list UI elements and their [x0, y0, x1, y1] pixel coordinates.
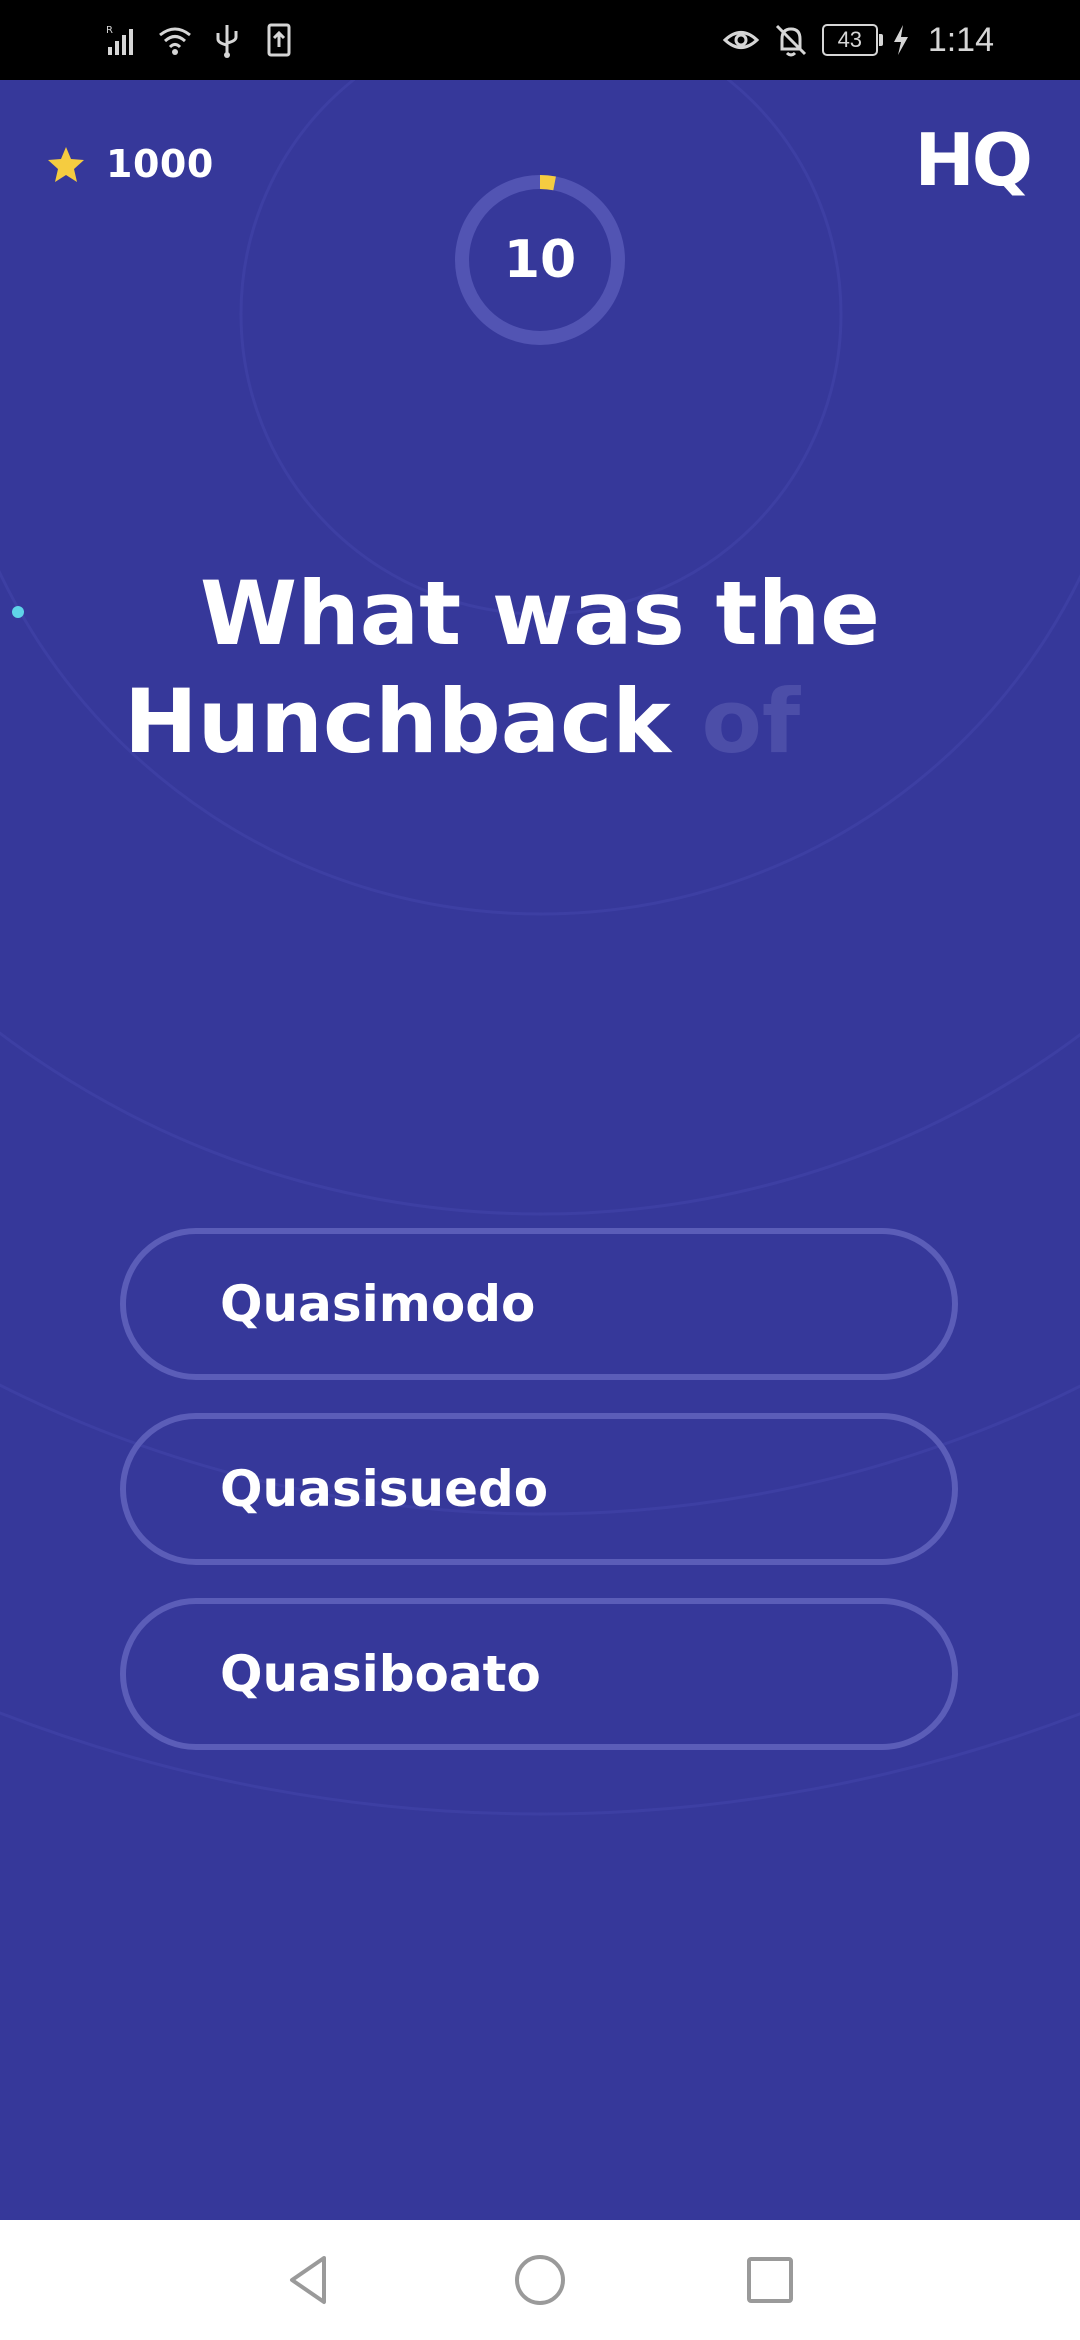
battery-icon: 43: [821, 24, 883, 56]
back-icon[interactable]: [280, 2250, 340, 2310]
answer-option-3[interactable]: Quasiboato: [120, 1598, 958, 1750]
screen: R 43 1:14 1000 HQ 10 What was the Hunchb…: [0, 0, 1080, 2340]
home-icon[interactable]: [510, 2250, 570, 2310]
background-rings: [0, 80, 1080, 1816]
status-left-icons: R: [104, 18, 298, 62]
charging-icon: [890, 21, 912, 59]
orbit-dot-left: [12, 606, 24, 618]
usb-icon: [208, 21, 246, 59]
star-icon: [48, 147, 84, 182]
question-line-2-text: Hunchback: [124, 670, 671, 773]
question-line-2-faded: of: [701, 670, 801, 773]
recents-icon[interactable]: [740, 2250, 800, 2310]
hq-logo: HQ: [914, 118, 1033, 202]
countdown-timer: 10: [452, 172, 628, 348]
status-bar: R 43 1:14: [0, 0, 1080, 80]
system-nav-bar: [0, 2220, 1080, 2340]
status-right-icons: 43 1:14: [722, 18, 994, 62]
question-line-1: What was the: [200, 562, 880, 665]
answer-option-1[interactable]: Quasimodo: [120, 1228, 958, 1380]
signal-icon: R: [104, 21, 142, 59]
question-text: What was the Hunchback of: [120, 560, 960, 776]
svg-text:R: R: [106, 25, 113, 36]
wifi-icon: [156, 21, 194, 59]
question-line-2: Hunchback of: [120, 668, 960, 776]
timer-value: 10: [503, 230, 577, 290]
answer-option-2[interactable]: Quasisuedo: [120, 1413, 958, 1565]
bell-off-icon: [772, 21, 810, 59]
score-value: 1000: [106, 142, 214, 186]
status-time: 1:14: [927, 20, 994, 59]
eye-icon: [722, 21, 760, 59]
upload-icon: [260, 21, 298, 59]
score-display: 1000: [46, 142, 214, 186]
